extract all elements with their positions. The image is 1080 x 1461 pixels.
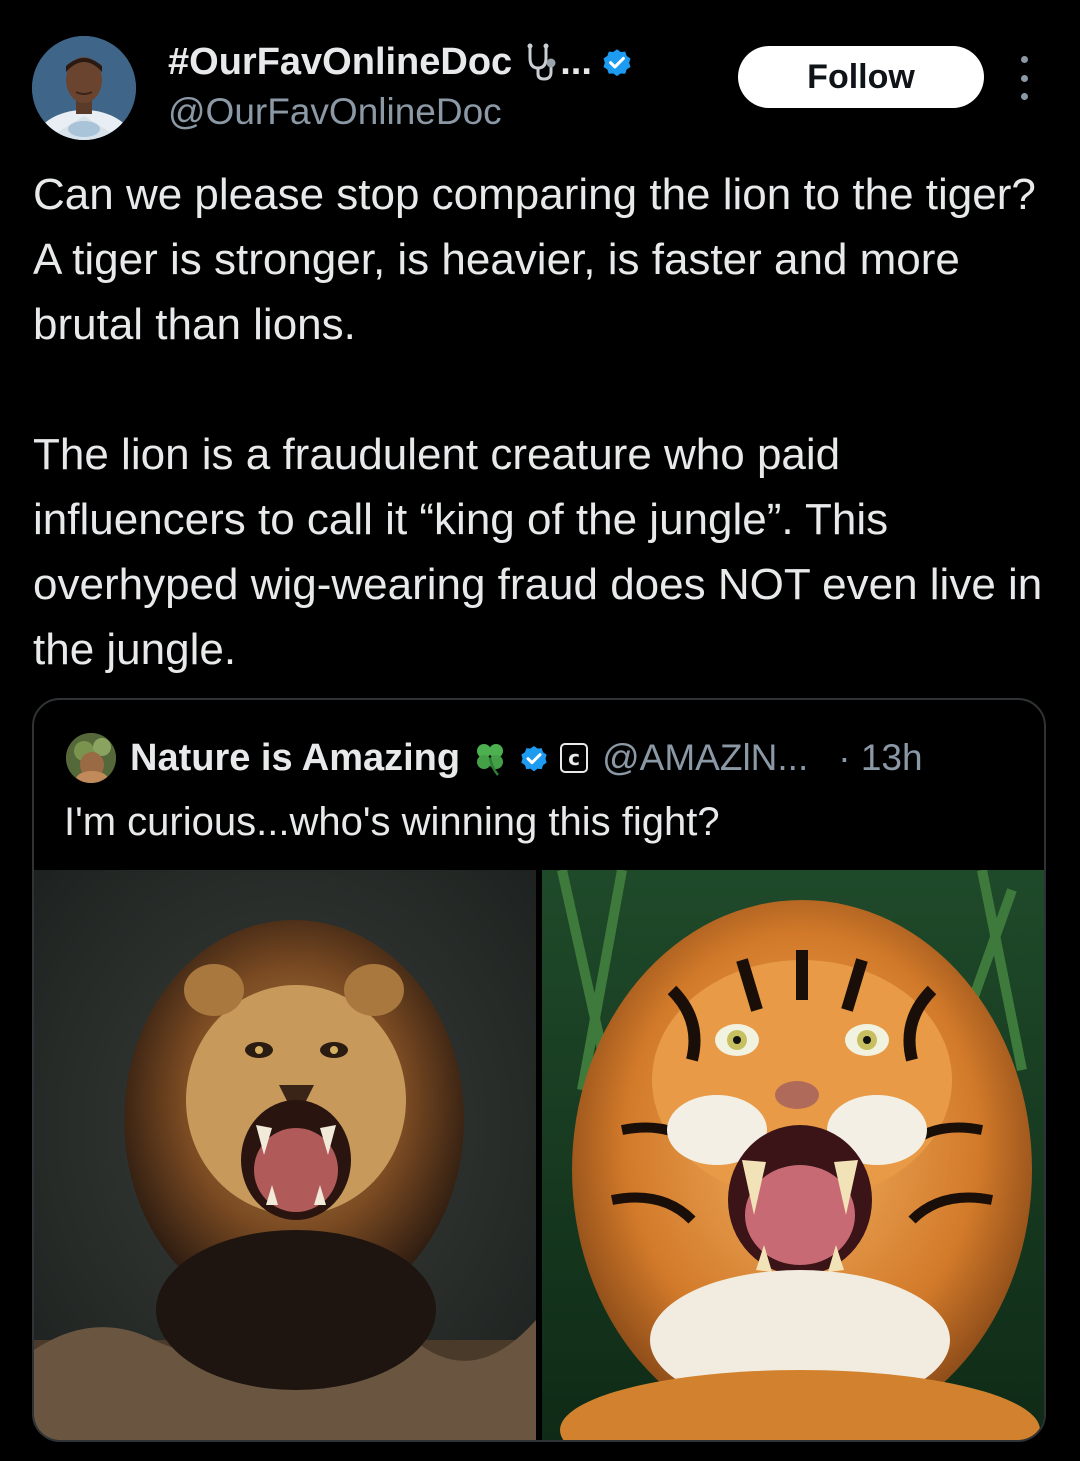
author-info: #OurFavOnlineDoc ... @OurFavOnlineDoc <box>168 40 708 134</box>
tweet: #OurFavOnlineDoc ... @OurFavOnlineDoc Fo… <box>0 0 1080 1461</box>
tiger-photo[interactable] <box>542 870 1044 1440</box>
quoted-tweet[interactable]: Nature is Amazing c @AMAZlN... · 13h I'm… <box>32 698 1046 1442</box>
author-handle[interactable]: @OurFavOnlineDoc <box>168 90 708 134</box>
name-truncation: ... <box>560 41 592 83</box>
author-avatar[interactable] <box>32 36 136 140</box>
quoted-verified-badge-icon[interactable] <box>518 742 550 774</box>
quoted-author-name[interactable]: Nature is Amazing <box>130 737 460 780</box>
author-name-text[interactable]: #OurFavOnlineDoc <box>168 40 512 84</box>
quoted-tweet-header: Nature is Amazing c @AMAZlN... · 13h <box>66 733 923 783</box>
four-leaf-clover-icon <box>470 738 510 778</box>
affiliate-badge-icon[interactable]: c <box>560 743 589 773</box>
quoted-tweet-text: I'm curious...who's winning this fight? <box>64 800 720 844</box>
quoted-author-handle[interactable]: @AMAZlN... <box>602 737 808 779</box>
tweet-text: Can we please stop comparing the lion to… <box>33 162 1063 682</box>
quoted-tweet-media <box>34 870 1044 1440</box>
stethoscope-icon <box>518 42 560 82</box>
quoted-tweet-time[interactable]: · 13h <box>838 737 922 779</box>
more-vertical-icon[interactable] <box>1012 56 1036 100</box>
follow-button[interactable]: Follow <box>738 46 984 108</box>
tweet-paragraph-2: The lion is a fraudulent creature who pa… <box>33 430 1043 674</box>
author-display-name[interactable]: #OurFavOnlineDoc ... <box>168 40 708 84</box>
tweet-paragraph-1: Can we please stop comparing the lion to… <box>33 170 1036 349</box>
quoted-author-avatar[interactable] <box>66 733 116 783</box>
verified-badge-icon[interactable] <box>600 45 634 79</box>
lion-photo[interactable] <box>34 870 536 1440</box>
